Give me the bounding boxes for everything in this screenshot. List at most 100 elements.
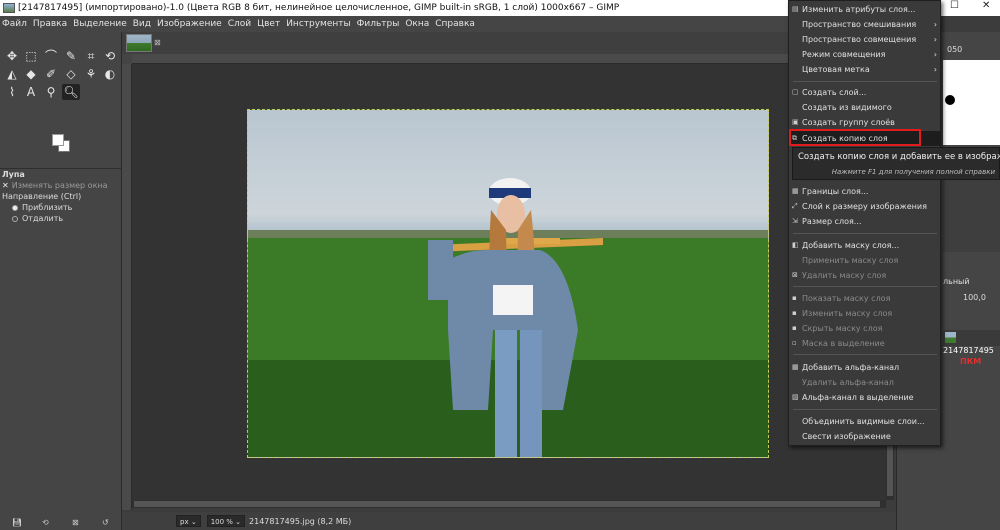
menu-item-layer-to-image-size[interactable]: ⤢ Слой к размеру изображения xyxy=(789,199,941,214)
reset-options-icon[interactable]: ↺ xyxy=(102,518,109,527)
horizontal-scrollbar[interactable] xyxy=(132,500,886,508)
smudge-tool-icon[interactable]: ◐ xyxy=(101,66,119,82)
menu-item-alpha-to-selection[interactable]: ▨ Альфа-канал в выделение xyxy=(789,390,941,405)
edit-icon: ▤ xyxy=(792,5,799,13)
menu-colors[interactable]: Цвет xyxy=(257,19,280,29)
layer-mode-select[interactable]: льный xyxy=(943,277,970,286)
layer-row[interactable]: 2147817495 xyxy=(943,330,1000,355)
restore-options-icon[interactable]: ⟲ xyxy=(42,518,49,527)
save-options-icon[interactable]: 💾︎ xyxy=(12,518,22,527)
rotate-tool-icon[interactable]: ⟲ xyxy=(101,48,119,64)
tooltip: Создать копию слоя и добавить ее в изобр… xyxy=(792,147,1000,180)
menu-item-delete-layer-mask: ⊠ Удалить маску слоя xyxy=(789,268,941,283)
menu-item-flatten-image[interactable]: Свести изображение xyxy=(789,429,941,444)
checkbox-icon: ▪ xyxy=(792,294,797,302)
menu-help[interactable]: Справка xyxy=(435,19,475,29)
alpha-select-icon: ▨ xyxy=(792,393,799,401)
tool-options-panel: Лупа ✕ Изменять размер окна Направление (… xyxy=(0,159,122,224)
image-canvas-photo[interactable] xyxy=(247,109,769,458)
move-tool-icon[interactable]: ✥ xyxy=(3,48,21,64)
close-tab-icon[interactable]: ⊠ xyxy=(154,38,161,47)
menu-item-new-layer[interactable]: ▢ Создать слой... xyxy=(789,85,941,100)
menu-item-add-layer-mask[interactable]: ◧ Добавить маску слоя... xyxy=(789,238,941,253)
menu-windows[interactable]: Окна xyxy=(405,19,429,29)
maximize-button[interactable]: ☐ xyxy=(950,0,959,11)
checkbox-icon: ▪ xyxy=(792,324,797,332)
close-button[interactable]: ✕ xyxy=(982,0,990,11)
menu-item-composite-mode[interactable]: Режим совмещения › xyxy=(789,47,941,62)
warp-tool-icon[interactable]: ◭ xyxy=(3,66,21,82)
brush-preview xyxy=(943,60,1000,145)
horizontal-ruler[interactable] xyxy=(132,54,890,64)
radio-icon[interactable] xyxy=(12,215,18,222)
menu-edit[interactable]: Правка xyxy=(33,19,67,29)
zoom-select[interactable]: 100 % ⌄ xyxy=(206,515,246,527)
text-tool-icon[interactable]: A xyxy=(22,84,40,100)
unit-select[interactable]: px ⌄ xyxy=(176,515,201,527)
menu-item-new-from-visible[interactable]: Создать из видимого xyxy=(789,100,941,115)
menu-file[interactable]: Файл xyxy=(2,19,27,29)
menu-item-blend-space[interactable]: Пространство смешивания › xyxy=(789,17,941,32)
rect-select-tool-icon[interactable]: ⬚ xyxy=(22,48,40,64)
tooltip-hint: Нажмите F1 для получения полной справки xyxy=(831,168,995,176)
menu-separator xyxy=(793,409,937,410)
bucket-fill-tool-icon[interactable]: ◆ xyxy=(22,66,40,82)
color-picker-tool-icon[interactable]: ⚲ xyxy=(42,84,60,100)
menu-view[interactable]: Вид xyxy=(133,19,151,29)
tooltip-text: Создать копию слоя и добавить ее в изобр… xyxy=(798,152,1000,162)
paths-tool-icon[interactable]: ⌇ xyxy=(3,84,21,100)
menu-item-composite-space[interactable]: Пространство совмещения › xyxy=(789,32,941,47)
menu-item-show-layer-mask: ▪ Показать маску слоя xyxy=(789,291,941,306)
radio-icon[interactable] xyxy=(12,204,18,211)
resize-window-option[interactable]: ✕ Изменять размер окна xyxy=(0,180,122,191)
menu-separator xyxy=(793,233,937,234)
vertical-ruler[interactable] xyxy=(122,64,132,510)
menu-item-scale-layer[interactable]: ⇲ Размер слоя... xyxy=(789,214,941,229)
horizontal-scrollbar-thumb[interactable] xyxy=(134,501,880,507)
layer-context-menu: ▤ Изменить атрибуты слоя... Пространство … xyxy=(788,0,941,446)
ruler-corner[interactable] xyxy=(122,54,132,64)
eraser-tool-icon[interactable]: ◇ xyxy=(62,66,80,82)
fg-bg-color-swatch[interactable] xyxy=(52,134,72,154)
menu-filters[interactable]: Фильтры xyxy=(357,19,400,29)
image-tab-thumbnail[interactable] xyxy=(126,34,152,52)
file-info: 2147817495.jpg (8,2 МБ) xyxy=(249,516,352,526)
chevron-right-icon: › xyxy=(933,50,937,59)
app-icon xyxy=(3,3,15,13)
lasso-tool-icon[interactable]: ⌒ xyxy=(42,48,60,64)
brush-dot xyxy=(945,95,955,105)
delete-options-icon[interactable]: ⊠ xyxy=(72,518,79,527)
menu-item-edit-layer-mask: ▪ Изменить маску слоя xyxy=(789,306,941,321)
fuzzy-select-tool-icon[interactable]: ✎ xyxy=(62,48,80,64)
menu-item-remove-alpha-channel: Удалить альфа-канал xyxy=(802,378,894,387)
opacity-value[interactable]: 100,0 xyxy=(963,293,986,302)
crop-tool-icon[interactable]: ⌗ xyxy=(82,48,100,64)
menu-item-disable-layer-mask: ▪ Скрыть маску слоя xyxy=(789,321,941,336)
menu-tools[interactable]: Инструменты xyxy=(286,19,350,29)
clone-tool-icon[interactable]: ⚘ xyxy=(82,66,100,82)
foreground-color[interactable] xyxy=(52,134,64,146)
chevron-right-icon: › xyxy=(933,65,937,74)
group-icon: ▣ xyxy=(792,118,799,126)
menu-image[interactable]: Изображение xyxy=(157,19,222,29)
menu-item-add-alpha-channel[interactable]: ▦ Добавить альфа-канал xyxy=(789,360,941,375)
menu-item-new-layer-group[interactable]: ▣ Создать группу слоёв xyxy=(789,115,941,130)
menu-item-mask-to-selection: ▫ Маска в выделение xyxy=(789,336,941,351)
image-tabs: ⊠ xyxy=(122,32,790,54)
mask-delete-icon: ⊠ xyxy=(792,271,798,279)
paintbrush-tool-icon[interactable]: ✐ xyxy=(42,66,60,82)
menu-layer[interactable]: Слой xyxy=(228,19,251,29)
menu-item-merge-visible[interactable]: Объединить видимые слои... xyxy=(789,414,941,429)
menu-item-layer-boundary[interactable]: ▦ Границы слоя... xyxy=(789,184,941,199)
menu-separator xyxy=(793,354,937,355)
zoom-out-option[interactable]: Отдалить xyxy=(0,213,122,224)
checkbox-icon[interactable]: ✕ xyxy=(2,181,9,190)
zoom-tool-icon[interactable]: 🔍︎ xyxy=(62,84,80,100)
menu-item-color-tag[interactable]: Цветовая метка › xyxy=(789,62,941,77)
selection-icon: ▫ xyxy=(792,339,797,347)
boundary-icon: ▦ xyxy=(792,187,799,195)
menu-item-edit-attributes[interactable]: ▤ Изменить атрибуты слоя... xyxy=(789,2,941,17)
zoom-in-option[interactable]: Приблизить xyxy=(0,202,122,213)
tool-options-title: Лупа xyxy=(2,170,25,179)
menu-select[interactable]: Выделение xyxy=(73,19,127,29)
